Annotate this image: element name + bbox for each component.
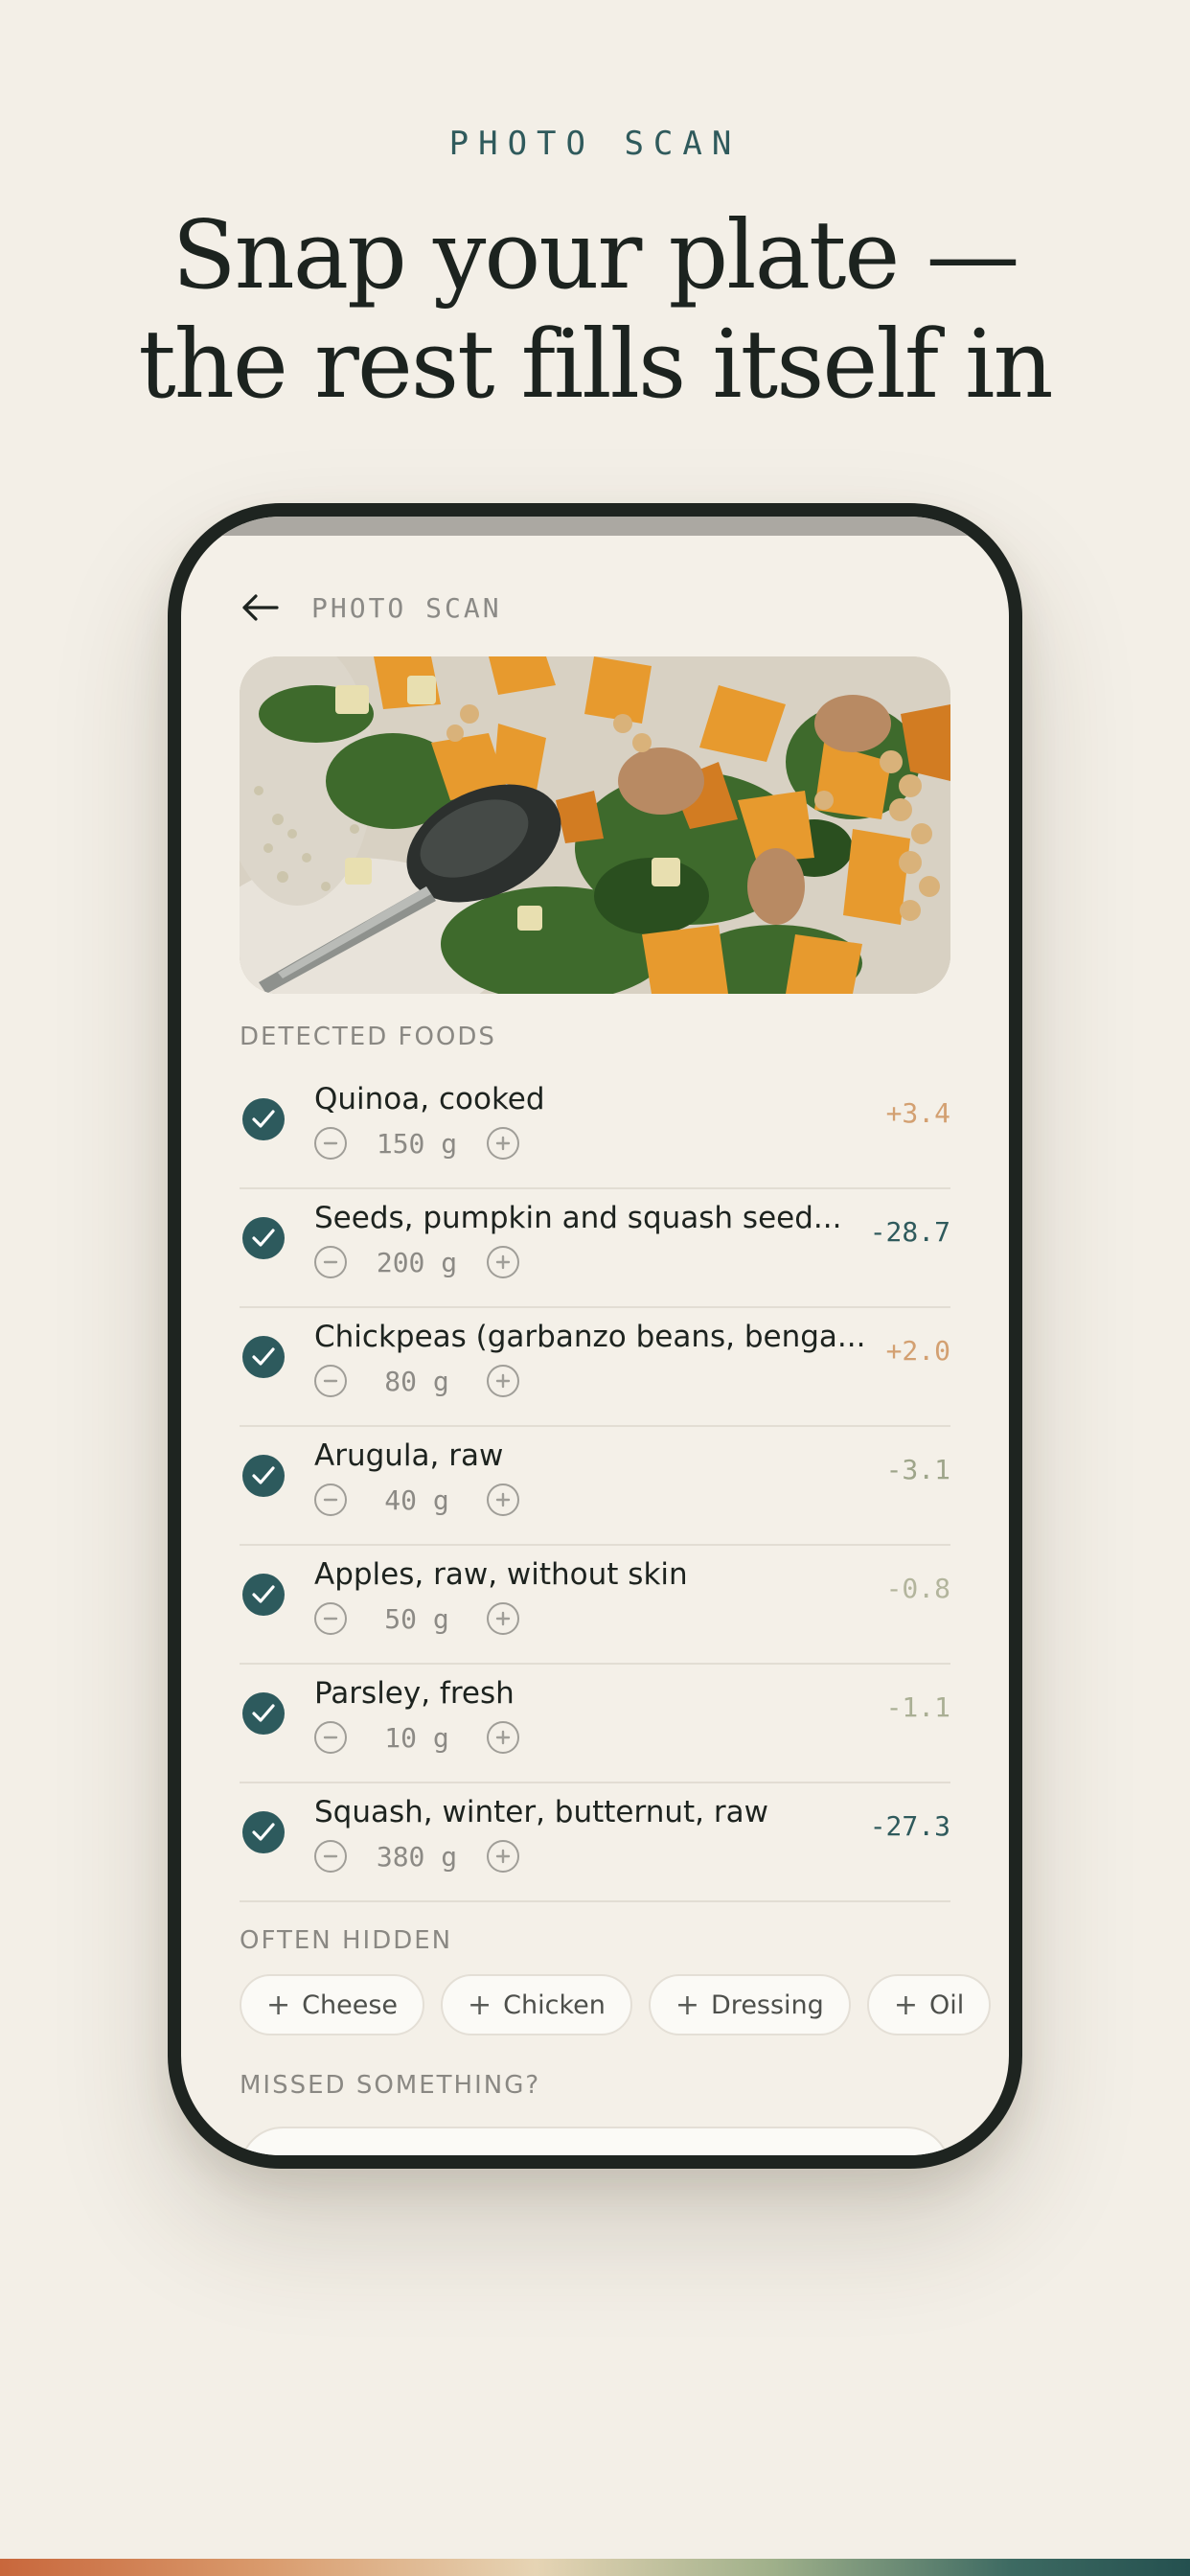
add-chip-cheese[interactable]: + Cheese xyxy=(240,1974,425,2036)
check-icon[interactable] xyxy=(242,1811,285,1853)
quantity-value: 50 g xyxy=(384,1602,449,1635)
add-chip-chicken[interactable]: + Chicken xyxy=(441,1974,632,2036)
check-icon[interactable] xyxy=(242,1098,285,1140)
score-delta: -1.1 xyxy=(885,1691,950,1723)
add-chip-dressing[interactable]: + Dressing xyxy=(648,1974,851,2036)
plus-icon[interactable] xyxy=(487,1602,519,1635)
food-name: Arugula, raw xyxy=(314,1438,504,1473)
food-row[interactable]: Apples, raw, without skin 50 g -0.8 xyxy=(240,1546,950,1665)
often-hidden-chips: + Cheese + Chicken + Dressing + Oil xyxy=(240,1974,992,2036)
plus-icon[interactable] xyxy=(487,1721,519,1754)
check-icon[interactable] xyxy=(242,1574,285,1616)
plus-icon[interactable] xyxy=(487,1365,519,1397)
plus-icon[interactable] xyxy=(487,1246,519,1278)
quantity-stepper: 200 g xyxy=(314,1245,519,1279)
quantity-value: 150 g xyxy=(376,1127,458,1160)
plate-photo xyxy=(240,656,950,994)
food-name: Quinoa, cooked xyxy=(314,1082,545,1116)
plus-icon: + xyxy=(468,1988,492,2022)
quantity-stepper: 10 g xyxy=(314,1720,519,1755)
food-name: Apples, raw, without skin xyxy=(314,1557,688,1592)
food-name: Squash, winter, butternut, raw xyxy=(314,1795,768,1829)
minus-icon[interactable] xyxy=(314,1840,347,1873)
gradient-bar xyxy=(0,2559,1190,2576)
score-delta: +2.0 xyxy=(885,1335,950,1367)
screen-title: PHOTO SCAN xyxy=(311,591,502,624)
check-icon[interactable] xyxy=(242,1336,285,1378)
quantity-stepper: 50 g xyxy=(314,1601,519,1636)
detected-foods-label: DETECTED FOODS xyxy=(240,1023,496,1051)
status-bar xyxy=(181,517,1009,536)
check-icon[interactable] xyxy=(242,1692,285,1735)
headline: Snap your plate — the rest fills itself … xyxy=(0,201,1190,420)
headline-line-2: the rest fills itself in xyxy=(138,310,1053,420)
score-delta: -28.7 xyxy=(869,1216,950,1248)
add-chip-oil[interactable]: + Oil xyxy=(866,1974,992,2036)
food-row[interactable]: Arugula, raw 40 g -3.1 xyxy=(240,1427,950,1546)
chip-label: Cheese xyxy=(302,1990,399,2020)
score-delta: +3.4 xyxy=(885,1097,950,1129)
plus-icon[interactable] xyxy=(487,1840,519,1873)
score-delta: -27.3 xyxy=(869,1810,950,1842)
minus-icon[interactable] xyxy=(314,1602,347,1635)
eyebrow-label: PHOTO SCAN xyxy=(448,125,742,163)
food-row[interactable]: Seeds, pumpkin and squash seed... 200 g -2… xyxy=(240,1189,950,1308)
quantity-value: 80 g xyxy=(384,1365,449,1397)
check-icon[interactable] xyxy=(242,1455,285,1497)
plus-icon[interactable] xyxy=(487,1127,519,1160)
food-name: Parsley, fresh xyxy=(314,1676,515,1711)
minus-icon[interactable] xyxy=(314,1484,347,1516)
food-name: Chickpeas (garbanzo beans, benga... xyxy=(314,1320,866,1354)
minus-icon[interactable] xyxy=(314,1721,347,1754)
minus-icon[interactable] xyxy=(314,1365,347,1397)
quantity-value: 200 g xyxy=(376,1246,458,1278)
check-icon[interactable] xyxy=(242,1217,285,1259)
food-row[interactable]: Parsley, fresh 10 g -1.1 xyxy=(240,1665,950,1783)
quantity-stepper: 150 g xyxy=(314,1126,519,1161)
plus-icon: + xyxy=(675,1988,700,2022)
plus-icon: + xyxy=(266,1988,291,2022)
food-row[interactable]: Chickpeas (garbanzo beans, benga... 80 g +… xyxy=(240,1308,950,1427)
phone-frame: PHOTO SCAN DETECTED FOODS Quinoa, cooked… xyxy=(168,503,1022,2169)
quantity-value: 10 g xyxy=(384,1721,449,1754)
chip-label: Chicken xyxy=(503,1990,606,2020)
quantity-stepper: 40 g xyxy=(314,1483,519,1517)
food-list: Quinoa, cooked 150 g +3.4 Seeds, pumpkin an… xyxy=(240,1070,950,1902)
plus-icon[interactable] xyxy=(487,1484,519,1516)
missed-something-label: MISSED SOMETHING? xyxy=(240,2071,541,2100)
chip-label: Dressing xyxy=(711,1990,824,2020)
top-bar: PHOTO SCAN xyxy=(240,586,502,629)
quantity-stepper: 80 g xyxy=(314,1364,519,1398)
score-delta: -0.8 xyxy=(885,1573,950,1604)
often-hidden-label: OFTEN HIDDEN xyxy=(240,1926,453,1955)
arrow-left-icon[interactable] xyxy=(240,586,283,629)
minus-icon[interactable] xyxy=(314,1246,347,1278)
missed-food-input[interactable] xyxy=(240,2127,950,2155)
quantity-stepper: 380 g xyxy=(314,1839,519,1874)
quantity-value: 380 g xyxy=(376,1840,458,1873)
chip-label: Oil xyxy=(928,1990,965,2020)
score-delta: -3.1 xyxy=(885,1454,950,1485)
food-row[interactable]: Squash, winter, butternut, raw 380 g -27.3 xyxy=(240,1783,950,1902)
food-name: Seeds, pumpkin and squash seed... xyxy=(314,1201,842,1235)
minus-icon[interactable] xyxy=(314,1127,347,1160)
phone-screen: PHOTO SCAN DETECTED FOODS Quinoa, cooked… xyxy=(181,517,1009,2155)
food-row[interactable]: Quinoa, cooked 150 g +3.4 xyxy=(240,1070,950,1189)
headline-line-1: Snap your plate — xyxy=(172,201,1019,310)
quantity-value: 40 g xyxy=(384,1484,449,1516)
plus-icon: + xyxy=(893,1988,918,2022)
